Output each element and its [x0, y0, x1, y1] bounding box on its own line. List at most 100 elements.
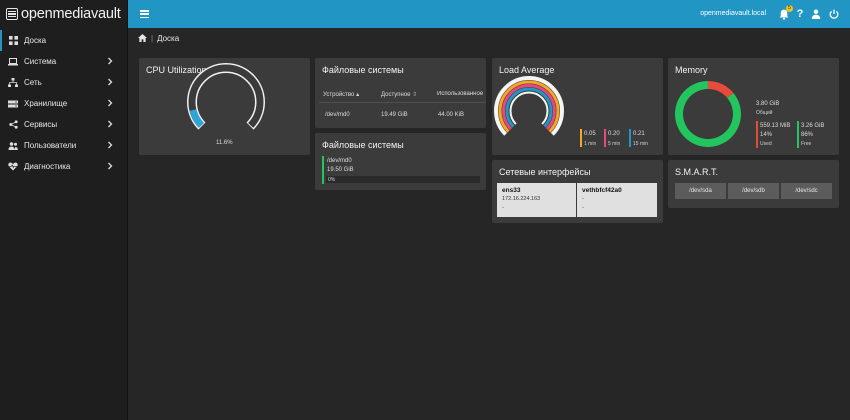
interface-detail: -: [502, 205, 504, 211]
card-title: Сетевые интерфейсы: [499, 167, 591, 177]
column-header-label: Доступное: [381, 92, 411, 98]
memory-free-percent: 86%: [801, 132, 814, 138]
memory-used-legend-bar: [756, 121, 758, 148]
load-1min-value: 0.05: [584, 131, 596, 137]
card-title: S.M.A.R.T.: [675, 167, 719, 177]
column-header-label: Использованное: [437, 91, 484, 97]
sidebar-item-label: Сеть: [24, 78, 42, 87]
sidebar-item-label: Пользователи: [24, 141, 77, 150]
load-1min-label: 1 min: [584, 141, 597, 147]
interface-name: vethbfcf42a0: [582, 187, 622, 194]
brand-name: openmediavault: [21, 6, 121, 22]
interface-address: -: [582, 196, 584, 202]
sort-asc-icon: ▴: [356, 92, 360, 98]
sidebar-item-services[interactable]: Сервисы: [0, 114, 127, 135]
fs-size: 19.50 GiB: [327, 167, 354, 173]
chevron-right-icon: [108, 99, 113, 107]
top-bar: openmediavault.local 5 ?: [128, 0, 850, 28]
chevron-right-icon: [108, 141, 113, 149]
interface-tile[interactable]: vethbfcf42a0 - -: [577, 183, 657, 217]
dashboard-icon: [8, 36, 18, 46]
sidebar-item-label: Доска: [24, 36, 47, 45]
memory-total: 3.80 GiB: [756, 101, 780, 107]
chevron-right-icon: [108, 120, 113, 128]
column-header-used[interactable]: Использованное: [437, 91, 486, 97]
user-button[interactable]: [810, 8, 822, 20]
fs-status-indicator: [322, 156, 324, 184]
home-icon[interactable]: [138, 34, 147, 42]
column-header-label: Устройство: [323, 92, 355, 98]
interface-detail: -: [582, 205, 584, 211]
cell-used: 44.00 KiB: [438, 112, 465, 118]
notification-badge: 5: [786, 5, 793, 12]
fs-percent: 0%: [328, 177, 336, 183]
chevron-right-icon: [108, 57, 113, 65]
notifications-button[interactable]: 5: [778, 5, 793, 20]
share-icon: [8, 120, 18, 130]
memory-used-percent: 14%: [760, 132, 773, 138]
load-15min-label: 15 min: [633, 141, 649, 147]
memory-donut: [675, 81, 741, 147]
help-icon[interactable]: ?: [794, 8, 806, 20]
heartbeat-icon: [8, 162, 18, 172]
sidebar-item-label: Система: [24, 57, 57, 66]
sidebar-item-storage[interactable]: Хранилище: [0, 93, 127, 114]
power-icon: [829, 9, 839, 19]
interface-address: 172.16.224.163: [502, 196, 541, 202]
load-legend-1min-bar: [580, 129, 582, 147]
user-icon: [811, 9, 821, 19]
breadcrumb-separator: |: [151, 33, 154, 43]
fs-progress-bar: [326, 176, 480, 183]
load-15min-value: 0.21: [633, 131, 645, 137]
load-arc-inner: [509, 91, 549, 125]
smart-disk-sda[interactable]: /dev/sda: [675, 183, 726, 199]
users-icon: [8, 141, 18, 151]
fs-device: /dev/md0: [327, 158, 352, 164]
sidebar-item-label: Сервисы: [24, 120, 58, 129]
laptop-icon: [8, 57, 18, 67]
sidebar: openmediavault Доска Система Сеть Хранил…: [0, 0, 128, 420]
network-icon: [8, 78, 18, 88]
table-divider: [319, 102, 486, 103]
sidebar-item-diagnostics[interactable]: Диагностика: [0, 156, 127, 177]
cpu-utilization-card: CPU Utilization 11.6%: [139, 58, 310, 155]
sort-icon: ⇕: [412, 92, 418, 98]
sidebar-item-dashboard[interactable]: Доска: [0, 30, 127, 51]
menu-icon[interactable]: [140, 10, 149, 18]
hostname: openmediavault.local: [700, 10, 766, 17]
smart-disk-sdc[interactable]: /dev/sdc: [781, 183, 832, 199]
memory-free-legend-bar: [797, 121, 799, 148]
power-button[interactable]: [828, 8, 840, 20]
smart-disk-sdb[interactable]: /dev/sdb: [728, 183, 779, 199]
memory-free-value: 3.26 GiB: [801, 123, 825, 129]
sidebar-item-label: Хранилище: [24, 99, 68, 108]
card-title: Файловые системы: [322, 65, 404, 75]
interface-tile[interactable]: ens33 172.16.224.163 -: [497, 183, 576, 217]
omv-logo-icon: [6, 8, 18, 20]
brand[interactable]: openmediavault: [0, 0, 127, 28]
sidebar-item-network[interactable]: Сеть: [0, 72, 127, 93]
memory-total-label: Общий: [756, 110, 773, 116]
sidebar-item-label: Диагностика: [24, 162, 71, 171]
sidebar-item-users[interactable]: Пользователи: [0, 135, 127, 156]
breadcrumb: | Доска: [138, 31, 179, 45]
breadcrumb-current: Доска: [157, 33, 180, 43]
memory-used-value: 559.13 MiB: [760, 123, 791, 129]
memory-used-label: Used: [760, 141, 772, 147]
load-legend-15min-bar: [629, 129, 631, 147]
card-title: Файловые системы: [322, 140, 404, 150]
column-header-available[interactable]: Доступное ⇕: [381, 91, 417, 98]
chevron-right-icon: [108, 78, 113, 86]
cpu-gauge-track-inner: [188, 64, 264, 128]
cpu-percent-label: 11.6%: [216, 140, 233, 146]
load-legend-5min-bar: [604, 129, 606, 147]
storage-icon: [8, 99, 18, 109]
memory-card: Memory: [668, 58, 839, 155]
load-5min-value: 0.20: [608, 131, 620, 137]
interface-name: ens33: [502, 187, 521, 194]
column-header-device[interactable]: Устройство ▴: [323, 91, 359, 98]
chevron-right-icon: [108, 162, 113, 170]
sidebar-item-system[interactable]: Система: [0, 51, 127, 72]
load-5min-label: 5 min: [608, 141, 621, 147]
memory-free-label: Free: [801, 141, 812, 147]
